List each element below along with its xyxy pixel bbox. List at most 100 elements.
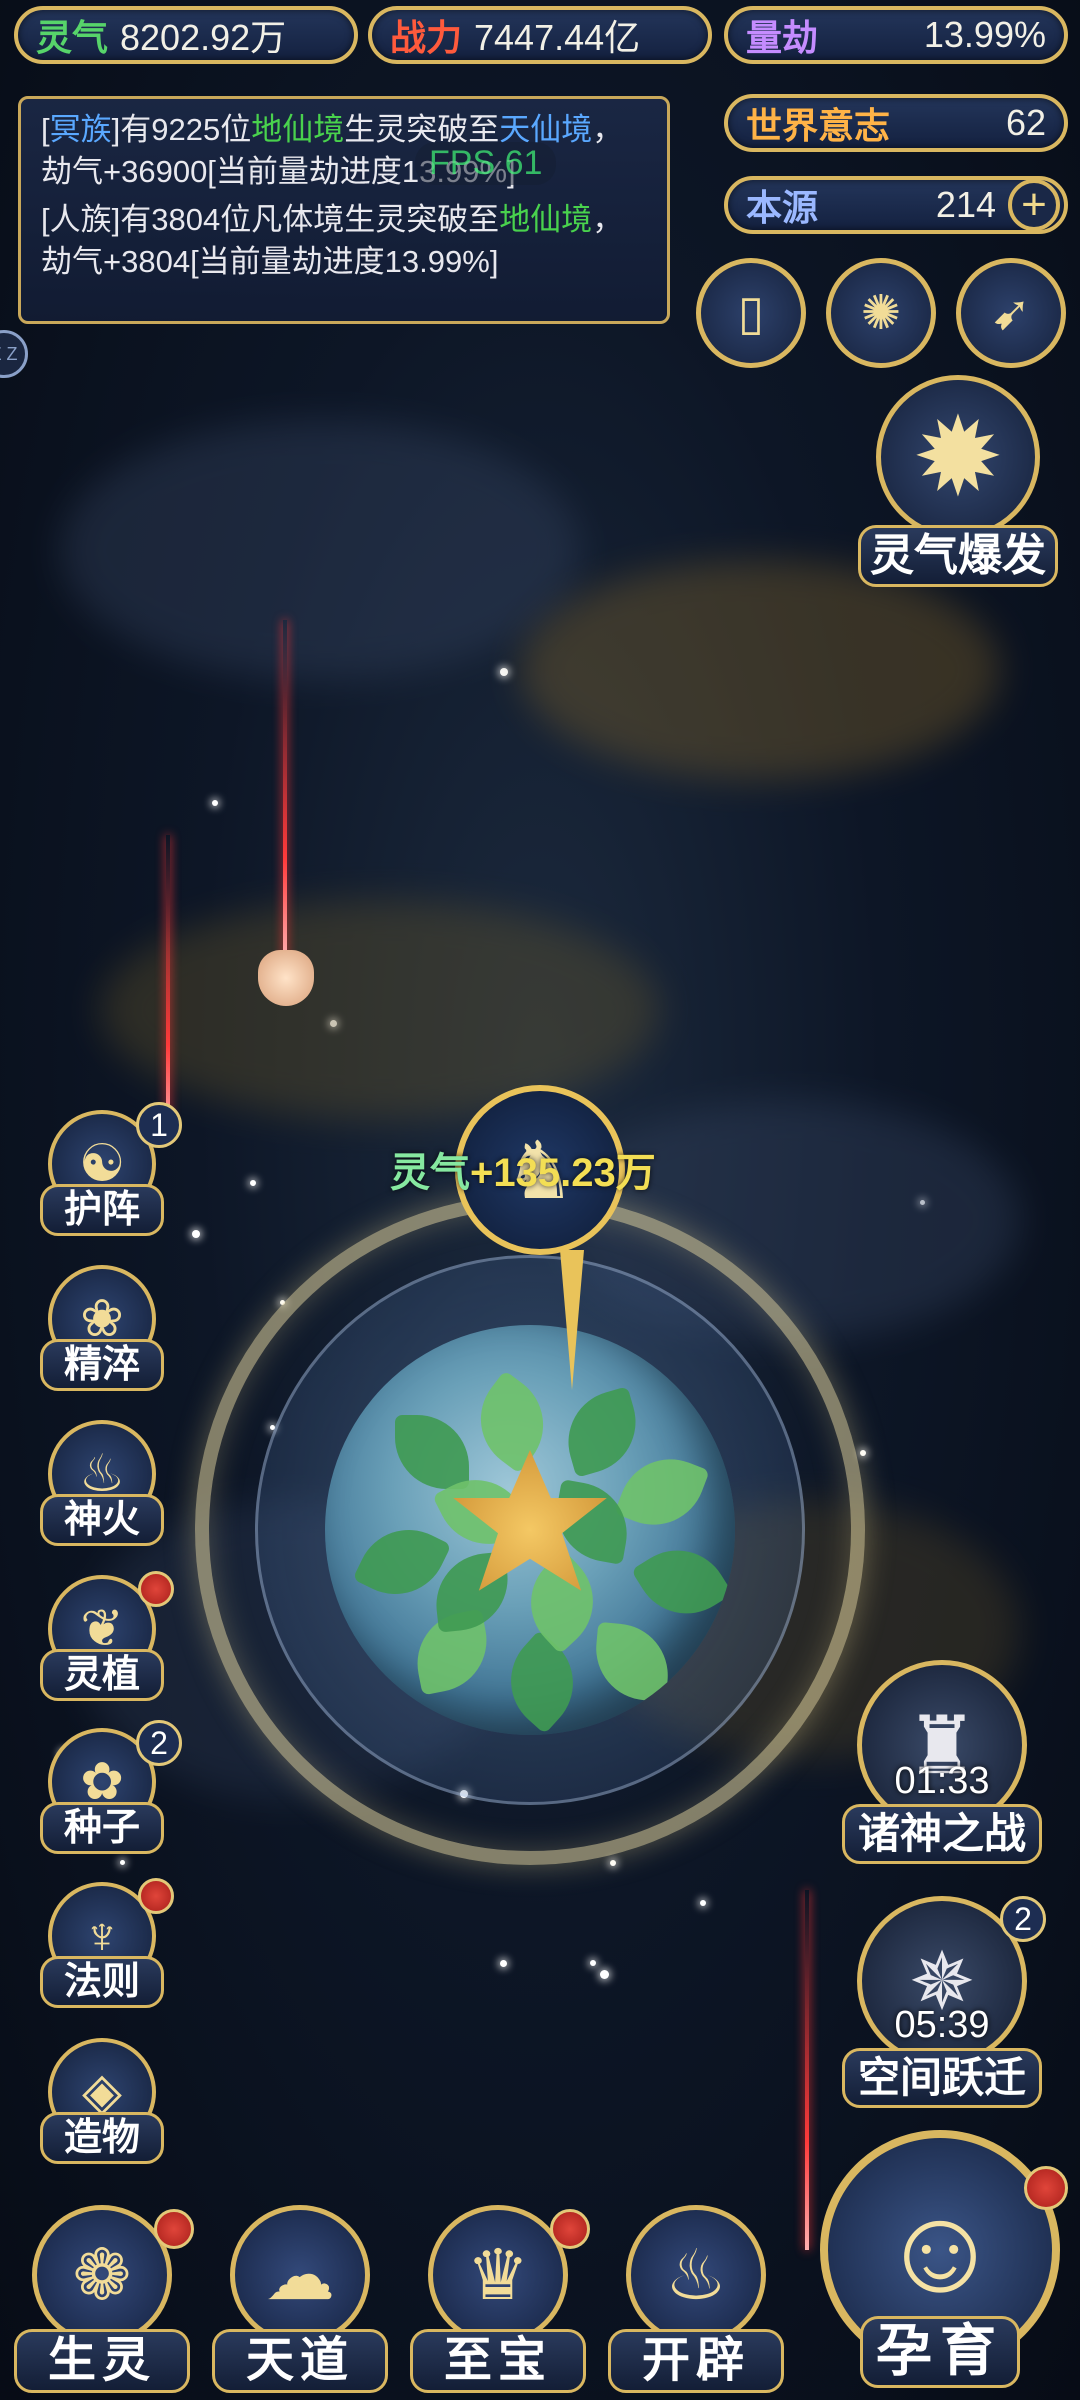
event-log[interactable]: [冥族]有9225位地仙境生灵突破至天仙境，劫气+36900[当前量劫进度13.… bbox=[18, 96, 670, 324]
planet-leaf bbox=[556, 1386, 648, 1478]
bottom-nav-button[interactable]: ❁ 生灵 bbox=[14, 2205, 194, 2395]
bottom-nav-glyph-icon: ❁ bbox=[72, 2236, 132, 2314]
benyuan-label: 本源 bbox=[746, 187, 819, 228]
scroll-button[interactable]: ➹ bbox=[956, 258, 1066, 368]
lingqi-burst-button[interactable]: ✹ 灵气爆发 bbox=[858, 375, 1058, 595]
laser-beam bbox=[805, 1890, 809, 2250]
vortex-icon: ✺ bbox=[860, 287, 902, 340]
kongjian-button[interactable]: ✵ 2 05:39 空间跃迁 bbox=[842, 1896, 1046, 2116]
shijie-yizhi-value: 62 bbox=[1005, 102, 1046, 143]
bottom-nav-emblem-icon: ☁ bbox=[230, 2205, 370, 2345]
bottom-nav-glyph-icon: ♨ bbox=[664, 2236, 728, 2314]
side-menu-button[interactable]: ❦ 灵植 bbox=[40, 1571, 174, 1705]
benyuan-stat: 本源 214 + bbox=[724, 176, 1068, 234]
shijie-yizhi-stat[interactable]: 世界意志 62 bbox=[724, 94, 1068, 152]
edge-button[interactable]: Z Z bbox=[0, 330, 28, 378]
star-particle bbox=[860, 1450, 866, 1456]
star-particle bbox=[192, 1230, 200, 1238]
boss-marker-pin bbox=[560, 1250, 584, 1390]
burst-star-icon: ✹ bbox=[911, 396, 1005, 519]
star-particle bbox=[120, 1860, 125, 1865]
liangjie-stat[interactable]: 量劫 13.99% bbox=[724, 6, 1068, 64]
nebula-cloud bbox=[60, 420, 580, 680]
fps-overlay: FPS 61 bbox=[415, 142, 557, 185]
laser-beam bbox=[166, 835, 170, 1135]
bottom-nav-button[interactable]: ♛ 至宝 bbox=[410, 2205, 590, 2395]
floating-creature-icon[interactable] bbox=[258, 950, 314, 1006]
liangjie-label: 量劫 bbox=[746, 17, 819, 58]
planet-leaf bbox=[489, 1629, 595, 1735]
star-particle bbox=[250, 1180, 256, 1186]
star-particle bbox=[500, 668, 508, 676]
bottom-nav-alert-dot bbox=[154, 2209, 194, 2249]
kongjian-timer: 05:39 bbox=[894, 2004, 990, 2046]
side-menu-alert-dot bbox=[138, 1571, 174, 1607]
planet-leaf bbox=[614, 1444, 710, 1540]
kongjian-label: 空间跃迁 bbox=[842, 2048, 1042, 2108]
star-particle bbox=[212, 800, 218, 806]
side-menu-label: 精淬 bbox=[40, 1339, 164, 1391]
lingqi-gain-popup: 灵气+135.23万 bbox=[390, 1140, 656, 1198]
side-menu-label: 灵植 bbox=[40, 1649, 164, 1701]
side-menu-count-badge: 1 bbox=[136, 1102, 182, 1148]
side-menu-label: 神火 bbox=[40, 1494, 164, 1546]
bottom-nav-glyph-icon: ☁ bbox=[265, 2236, 335, 2314]
gain-value: +135.23万 bbox=[470, 1151, 656, 1195]
lingqi-label: 灵气 bbox=[36, 17, 109, 58]
burst-emblem-icon: ✹ bbox=[876, 375, 1040, 539]
vortex-button[interactable]: ✺ bbox=[826, 258, 936, 368]
card-button[interactable]: ▯ bbox=[696, 258, 806, 368]
planet-leaf bbox=[591, 1621, 673, 1703]
side-menu-button[interactable]: ◈ 造物 bbox=[40, 2038, 164, 2168]
side-menu-button[interactable]: ❀ 精淬 bbox=[40, 1265, 164, 1395]
side-menu-button[interactable]: ♆ 法则 bbox=[40, 1878, 174, 2012]
mother-child-icon: ☺ bbox=[878, 2183, 1002, 2317]
card-icon: ▯ bbox=[737, 287, 765, 340]
yunyu-label: 孕育 bbox=[860, 2316, 1020, 2388]
side-menu-label: 护阵 bbox=[40, 1184, 164, 1236]
event-log-segment: [人族]有3804位凡体境生灵突破至 bbox=[41, 202, 500, 237]
star-particle bbox=[600, 1970, 609, 1979]
zhushen-button[interactable]: ♜ 01:33 诸神之战 bbox=[842, 1660, 1042, 1870]
event-log-segment: 冥族 bbox=[49, 112, 112, 147]
zhanli-stat: 战力 7447.44亿 bbox=[368, 6, 712, 64]
bottom-nav-emblem-icon: ♛ bbox=[428, 2205, 568, 2345]
yunyu-alert-dot bbox=[1024, 2166, 1068, 2210]
kongjian-badge: 2 bbox=[1000, 1896, 1046, 1942]
event-log-segment: [ bbox=[41, 112, 50, 147]
event-log-line: [人族]有3804位凡体境生灵突破至地仙境，劫气+3804[当前量劫进度13.9… bbox=[41, 199, 647, 283]
laser-beam bbox=[283, 620, 287, 960]
event-log-segment: 地仙境 bbox=[499, 202, 593, 237]
zhushen-timer: 01:33 bbox=[894, 1760, 990, 1802]
lingqi-value: 8202.92万 bbox=[120, 17, 287, 58]
side-menu-button[interactable]: ☯ 护阵 1 bbox=[40, 1102, 182, 1240]
side-menu-button[interactable]: ♨ 神火 bbox=[40, 1420, 164, 1550]
event-log-segment: ]有9225位 bbox=[111, 112, 252, 147]
bottom-nav-glyph-icon: ♛ bbox=[466, 2236, 530, 2314]
lingqi-burst-label: 灵气爆发 bbox=[858, 525, 1058, 587]
yunyu-button[interactable]: ☺ 孕育 bbox=[812, 2130, 1068, 2398]
star-particle bbox=[700, 1900, 706, 1906]
bottom-nav-button[interactable]: ☁ 天道 bbox=[212, 2205, 388, 2395]
side-menu-label: 法则 bbox=[40, 1956, 164, 2008]
benyuan-plus-button[interactable]: + bbox=[1008, 179, 1060, 231]
lingqi-stat: 灵气 8202.92万 bbox=[14, 6, 358, 64]
zhanli-label: 战力 bbox=[390, 17, 463, 58]
star-particle bbox=[500, 1960, 507, 1967]
side-menu-button[interactable]: ✿ 种子 2 bbox=[40, 1720, 182, 1858]
star-particle bbox=[610, 1860, 616, 1866]
event-log-line: [冥族]有9225位地仙境生灵突破至天仙境，劫气+36900[当前量劫进度13.… bbox=[41, 109, 647, 193]
bottom-nav-emblem-icon: ❁ bbox=[32, 2205, 172, 2345]
zhanli-value: 7447.44亿 bbox=[474, 17, 641, 58]
bottom-nav-button[interactable]: ♨ 开辟 bbox=[608, 2205, 784, 2395]
bottom-nav-emblem-icon: ♨ bbox=[626, 2205, 766, 2345]
planet-leaf bbox=[395, 1415, 469, 1489]
scroll-icon: ➹ bbox=[990, 287, 1032, 340]
shijie-yizhi-label: 世界意志 bbox=[746, 105, 891, 146]
side-menu-count-badge: 2 bbox=[136, 1720, 182, 1766]
event-log-segment: 地仙境 bbox=[251, 112, 345, 147]
bottom-nav-label: 至宝 bbox=[410, 2329, 586, 2393]
planet-leaf bbox=[460, 1370, 564, 1474]
side-menu-alert-dot bbox=[138, 1878, 174, 1914]
nebula-cloud bbox=[100, 900, 660, 1120]
